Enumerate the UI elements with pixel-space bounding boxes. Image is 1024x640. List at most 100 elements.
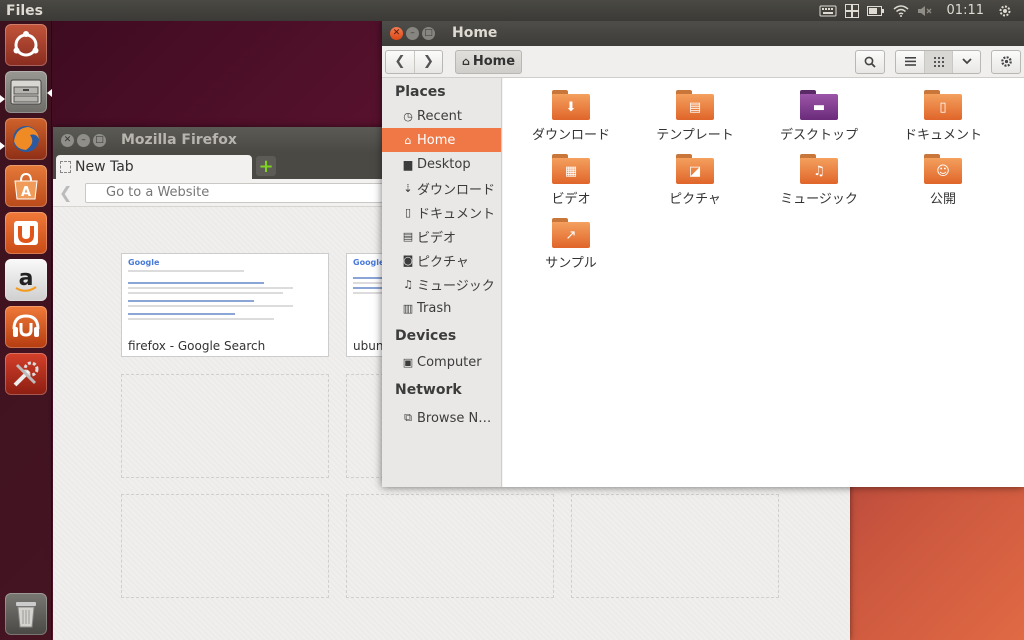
- svg-text:A: A: [21, 185, 31, 200]
- grid-view-button[interactable]: [924, 50, 952, 73]
- folder-desktop[interactable]: ▬ デスクトップ: [757, 90, 881, 143]
- folder-name: デスクトップ: [779, 128, 858, 143]
- home-icon: ⌂: [462, 55, 470, 68]
- history-buttons: ❮ ❯: [385, 49, 443, 74]
- files-titlebar[interactable]: ✕ – □ Home: [382, 20, 1024, 46]
- sidebar-item-computer[interactable]: ▣ Computer: [382, 350, 501, 374]
- system-settings-icon[interactable]: [5, 353, 47, 395]
- folder-name: サンプル: [545, 256, 597, 271]
- thumbnail-tile[interactable]: Google firefox - Google Search: [121, 253, 329, 357]
- places-header: Places: [395, 84, 446, 100]
- files-maximize-button[interactable]: □: [422, 26, 435, 40]
- folder-examples[interactable]: ↗ サンプル: [509, 218, 633, 271]
- files-icon[interactable]: [5, 71, 47, 113]
- sidebar-item-documents[interactable]: ▯ ドキュメント: [382, 200, 501, 224]
- view-buttons: [895, 49, 981, 74]
- network-header: Network: [395, 382, 462, 398]
- list-view-button[interactable]: [896, 51, 924, 73]
- amazon-icon[interactable]: a: [5, 259, 47, 301]
- sidebar-item-trash[interactable]: ▥ Trash: [382, 296, 501, 320]
- files-window[interactable]: ✕ – □ Home ❮ ❯ ⌂ Home Places ◷ Recent ⌂ …: [382, 20, 1024, 487]
- files-close-button[interactable]: ✕: [390, 26, 403, 40]
- film-icon: ▤: [402, 229, 414, 243]
- grid-icon: [933, 56, 944, 67]
- tab-label: New Tab: [75, 159, 134, 175]
- camera-icon: ◙: [402, 253, 414, 267]
- computer-icon: ▣: [402, 355, 414, 369]
- url-input[interactable]: Go to a Website: [85, 182, 385, 203]
- trash-icon[interactable]: [5, 593, 47, 635]
- search-icon: [864, 56, 876, 68]
- folder-music[interactable]: ♫ ミュージック: [757, 154, 881, 207]
- sidebar-item-browse-network[interactable]: ⧉ Browse N…: [382, 406, 501, 430]
- folder-name: ドキュメント: [903, 128, 982, 143]
- tab-new-tab[interactable]: New Tab: [56, 155, 252, 179]
- file-grid: ⬇ ダウンロード ▤ テンプレート ▬ デスクトップ ▯ ドキュメント ▦ ビデ…: [503, 78, 1024, 487]
- folder-name: 公開: [929, 192, 956, 207]
- desktop-icon: ▬: [800, 90, 838, 120]
- dash-home-icon[interactable]: [5, 24, 47, 66]
- folder-downloads[interactable]: ⬇ ダウンロード: [509, 90, 633, 143]
- firefox-icon[interactable]: [5, 118, 47, 160]
- folder-videos[interactable]: ▦ ビデオ: [509, 154, 633, 207]
- empty-thumbnail-slot: [571, 494, 779, 598]
- chevron-down-icon: [961, 58, 972, 65]
- software-center-icon[interactable]: A: [5, 165, 47, 207]
- forward-button[interactable]: ❯: [414, 50, 442, 73]
- sidebar-item-recent[interactable]: ◷ Recent: [382, 104, 501, 128]
- firefox-close-button[interactable]: ✕: [61, 133, 74, 147]
- indicator-area: 01:11: [819, 0, 1024, 21]
- firefox-minimize-button[interactable]: –: [77, 133, 90, 147]
- folder-documents[interactable]: ▯ ドキュメント: [881, 90, 1005, 143]
- svg-text:a: a: [19, 266, 34, 291]
- gear-icon[interactable]: [998, 0, 1012, 21]
- sidebar-item-pictures[interactable]: ◙ ピクチャ: [382, 248, 501, 272]
- launcher: A a: [0, 21, 52, 640]
- back-button[interactable]: ❮: [386, 51, 414, 73]
- settings-button[interactable]: [992, 51, 1020, 73]
- folder-pictures[interactable]: ◪ ピクチャ: [633, 154, 757, 207]
- devices-header: Devices: [395, 328, 457, 344]
- sidebar-item-music[interactable]: ♫ ミュージック: [382, 272, 501, 296]
- firefox-maximize-button[interactable]: □: [93, 133, 106, 147]
- path-bar-home[interactable]: ⌂ Home: [455, 49, 523, 74]
- search-button[interactable]: [856, 51, 884, 73]
- list-icon: [904, 57, 916, 66]
- ubuntu-one-music-icon[interactable]: [5, 306, 47, 348]
- music-icon: ♫: [800, 154, 838, 184]
- ubuntu-one-icon[interactable]: [5, 212, 47, 254]
- files-minimize-button[interactable]: –: [406, 26, 419, 40]
- thumbnail-label: firefox - Google Search: [128, 339, 266, 353]
- folder-name: ダウンロード: [531, 128, 610, 143]
- top-panel: Files 01:11: [0, 0, 1024, 21]
- settings-group: [991, 49, 1021, 74]
- clock-icon: ◷: [403, 109, 413, 123]
- folder-templates[interactable]: ▤ テンプレート: [633, 90, 757, 143]
- sidebar-item-downloads[interactable]: ⇣ ダウンロード: [382, 176, 501, 200]
- folder-public[interactable]: ☺ 公開: [881, 154, 1005, 207]
- battery-icon[interactable]: [866, 0, 885, 21]
- files-toolbar: ❮ ❯ ⌂ Home: [382, 46, 1024, 78]
- document-icon: ▯: [924, 90, 962, 120]
- folder-name: ピクチャ: [669, 192, 721, 207]
- sidebar-item-home[interactable]: ⌂ Home: [382, 128, 501, 152]
- network-icon: ⧉: [404, 411, 412, 424]
- desktop-icon: ▆: [403, 157, 413, 171]
- gear-icon: [1000, 56, 1012, 67]
- wifi-icon[interactable]: [893, 0, 909, 21]
- back-arrow-icon[interactable]: ❮: [59, 183, 77, 202]
- sound-icon[interactable]: [917, 0, 933, 21]
- sidebar-item-desktop[interactable]: ▆ Desktop: [382, 152, 501, 176]
- thumbnail-preview: Google: [122, 254, 328, 338]
- new-tab-button[interactable]: +: [256, 156, 276, 177]
- workspaces-icon[interactable]: [844, 0, 859, 21]
- app-title: Files: [6, 2, 43, 19]
- document-icon: ▯: [404, 205, 412, 219]
- sidebar-item-videos[interactable]: ▤ ビデオ: [382, 224, 501, 248]
- clock[interactable]: 01:11: [941, 0, 990, 21]
- keyboard-icon[interactable]: [819, 0, 837, 21]
- path-bar-label: Home: [472, 54, 516, 69]
- view-options-button[interactable]: [952, 50, 980, 73]
- folder-name: テンプレート: [656, 128, 734, 143]
- thumbnail-logo: Google: [128, 258, 160, 267]
